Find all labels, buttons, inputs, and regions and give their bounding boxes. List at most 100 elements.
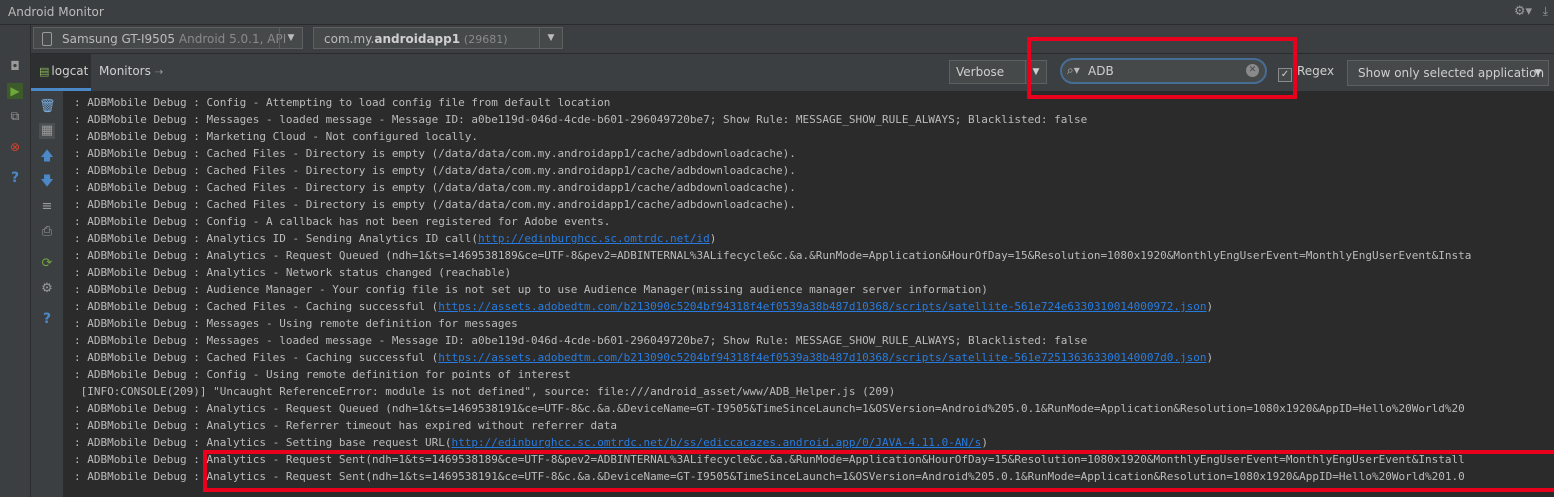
log-text: : ADBMobile Debug : Cached Files - Direc…	[74, 198, 796, 211]
log-link[interactable]: http://edinburghcc.sc.omtrdc.net/b/ss/ed…	[452, 436, 982, 449]
left-tool-stripe: ◘ ▶ ⧉ ⊗ ?	[0, 25, 31, 497]
log-text-tail: )	[1206, 300, 1214, 313]
phone-icon	[42, 32, 52, 46]
log-text: : ADBMobile Debug : Analytics - Request …	[74, 453, 1465, 466]
log-line: : ADBMobile Debug : Analytics ID - Sendi…	[74, 230, 716, 247]
log-text: : ADBMobile Debug : Cached Files - Cachi…	[74, 300, 439, 313]
regex-checkbox[interactable]: ✓ Regex	[1278, 64, 1334, 82]
chevron-down-icon[interactable]: ▼	[1025, 61, 1046, 83]
hide-panel-icon[interactable]: ⤓	[1543, 4, 1548, 19]
log-text: : ADBMobile Debug : Analytics - Referrer…	[74, 419, 618, 432]
log-line: : ADBMobile Debug : Cached Files - Direc…	[74, 162, 796, 179]
filter-dropdown[interactable]: Show only selected application ▼	[1347, 60, 1549, 86]
log-text: : ADBMobile Debug : Analytics - Request …	[74, 402, 1465, 415]
help-icon[interactable]: ?	[39, 311, 55, 327]
logcat-toolbar: ▤logcat Monitors⇢ Verbose ▼ ⌕▾ ✕ ✓Regex …	[31, 53, 1554, 92]
search-icon[interactable]: ⌕▾	[1067, 63, 1080, 78]
logcat-side-toolbar: 🗑 ▦ 🡅 🡇 ≡ ⎙ ⟳ ⚙ ?	[31, 91, 64, 497]
log-text: : ADBMobile Debug : Config - Using remot…	[74, 368, 571, 381]
log-line: : ADBMobile Debug : Messages - loaded me…	[74, 111, 1087, 128]
tab-logcat[interactable]: ▤ logcat	[31, 54, 91, 91]
log-line: : ADBMobile Debug : Cached Files - Cachi…	[74, 349, 1213, 366]
process-pid: (29681)	[463, 33, 508, 46]
logcat-search-field[interactable]: ⌕▾ ✕	[1060, 58, 1267, 84]
log-line: : ADBMobile Debug : Marketing Cloud - No…	[74, 128, 478, 145]
log-text: : ADBMobile Debug : Messages - loaded me…	[74, 113, 1088, 126]
settings-icon[interactable]: ⚙	[39, 281, 55, 297]
log-text: : ADBMobile Debug : Analytics ID - Sendi…	[74, 232, 478, 245]
device-name: Samsung GT-I9505	[62, 32, 176, 46]
regex-label: Regex	[1297, 64, 1335, 78]
device-dropdown[interactable]: Samsung GT-I9505 Android 5.0.1, API 21 ▼	[33, 27, 303, 68]
log-level-value: Verbose	[956, 65, 1005, 79]
checkbox-checked-icon[interactable]: ✓	[1278, 68, 1292, 82]
gear-icon[interactable]: ⚙▾	[1514, 4, 1532, 19]
log-line: : ADBMobile Debug : Cached Files - Direc…	[74, 196, 796, 213]
log-line: : ADBMobile Debug : Config - Attempting …	[74, 94, 610, 111]
log-line: : ADBMobile Debug : Analytics - Request …	[74, 400, 1465, 417]
chevron-down-icon[interactable]: ▼	[539, 28, 562, 48]
log-text: : ADBMobile Debug : Config - A callback …	[74, 215, 611, 228]
window-title: Android Monitor	[8, 5, 104, 19]
log-level-dropdown[interactable]: Verbose ▼	[949, 60, 1047, 84]
logcat-output[interactable]: : ADBMobile Debug : Config - Attempting …	[64, 91, 1554, 497]
log-link[interactable]: https://assets.adobedtm.com/b213090c5204…	[438, 351, 1206, 364]
logcat-icon: ▤	[39, 65, 50, 78]
log-line: : ADBMobile Debug : Analytics - Request …	[74, 247, 1471, 264]
down-arrow-icon[interactable]: 🡇	[39, 174, 55, 190]
restart-icon[interactable]: ⟳	[39, 256, 55, 272]
log-line: : ADBMobile Debug : Messages - Using rem…	[74, 315, 518, 332]
print-icon[interactable]: ⎙	[39, 224, 55, 240]
process-prefix: com.my.	[324, 32, 375, 46]
log-line: : ADBMobile Debug : Analytics - Setting …	[74, 434, 988, 451]
log-line: : ADBMobile Debug : Config - A callback …	[74, 213, 610, 230]
log-line: : ADBMobile Debug : Analytics - Network …	[74, 264, 511, 281]
log-text: : ADBMobile Debug : Marketing Cloud - No…	[74, 130, 478, 143]
filter-value: Show only selected application	[1358, 66, 1545, 80]
chevron-down-icon[interactable]: ▼	[1528, 61, 1548, 85]
log-line: : ADBMobile Debug : Analytics - Referrer…	[74, 417, 617, 434]
log-line: : ADBMobile Debug : Messages - loaded me…	[74, 332, 1087, 349]
log-text: : ADBMobile Debug : Analytics - Request …	[74, 470, 1465, 483]
clear-logcat-icon[interactable]: 🗑	[39, 99, 56, 115]
log-link[interactable]: https://assets.adobedtm.com/b213090c5204…	[438, 300, 1206, 313]
tab-monitors-label: Monitors	[99, 64, 151, 78]
log-line: : ADBMobile Debug : Analytics - Request …	[74, 468, 1465, 485]
chevron-down-icon[interactable]: ▼	[279, 28, 302, 48]
screen-record-icon[interactable]: ⧉	[7, 108, 23, 124]
log-text: : ADBMobile Debug : Analytics - Setting …	[74, 436, 452, 449]
device-toolbar: Samsung GT-I9505 Android 5.0.1, API 21 ▼…	[31, 25, 1554, 68]
log-link[interactable]: http://edinburghcc.sc.omtrdc.net/id	[478, 232, 710, 245]
play-icon[interactable]: ▶	[7, 83, 23, 99]
log-text-tail: )	[709, 232, 717, 245]
help-icon[interactable]: ?	[7, 170, 23, 186]
log-line: : ADBMobile Debug : Cached Files - Direc…	[74, 179, 796, 196]
log-text: : ADBMobile Debug : Cached Files - Direc…	[74, 181, 796, 194]
stop-icon[interactable]: ⊗	[7, 139, 23, 155]
pin-icon: ⇢	[154, 67, 164, 78]
soft-wraps-icon[interactable]: ≡	[39, 199, 55, 215]
process-name: androidapp1	[374, 32, 461, 46]
log-text: : ADBMobile Debug : Cached Files - Direc…	[74, 147, 796, 160]
process-dropdown[interactable]: com.my.androidapp1 (29681) ▼	[313, 27, 563, 49]
log-text: : ADBMobile Debug : Cached Files - Direc…	[74, 164, 796, 177]
log-line: : ADBMobile Debug : Config - Using remot…	[74, 366, 571, 383]
log-text: : ADBMobile Debug : Messages - loaded me…	[74, 334, 1088, 347]
log-line: [INFO:CONSOLE(209)] "Uncaught ReferenceE…	[74, 383, 896, 400]
tab-logcat-label: logcat	[51, 64, 89, 78]
log-text: : ADBMobile Debug : Audience Manager - Y…	[74, 283, 988, 296]
log-line: : ADBMobile Debug : Cached Files - Cachi…	[74, 298, 1213, 315]
log-text: [INFO:CONSOLE(209)] "Uncaught ReferenceE…	[74, 385, 896, 398]
tab-monitors[interactable]: Monitors ⇢	[99, 54, 173, 91]
log-text-tail: )	[981, 436, 988, 449]
log-text-tail: )	[1206, 351, 1214, 364]
log-text: : ADBMobile Debug : Config - Attempting …	[74, 96, 611, 109]
log-line: : ADBMobile Debug : Analytics - Request …	[74, 451, 1465, 468]
clear-search-icon[interactable]: ✕	[1246, 64, 1259, 77]
up-arrow-icon[interactable]: 🡅	[39, 149, 55, 165]
camera-icon[interactable]: ◘	[7, 58, 23, 74]
tool-window-title-bar: Android Monitor ⚙▾ ⤓	[0, 0, 1554, 25]
scroll-to-end-icon[interactable]: ▦	[39, 123, 55, 139]
vertical-scrollbar[interactable]	[1546, 91, 1554, 497]
search-input[interactable]	[1088, 63, 1238, 79]
